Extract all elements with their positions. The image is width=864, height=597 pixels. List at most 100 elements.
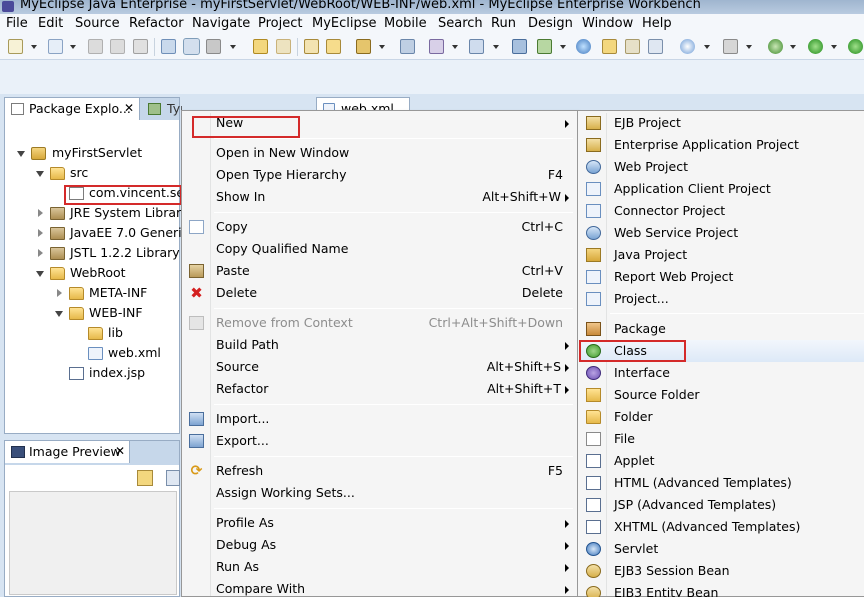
toggle-tool-icon[interactable]	[183, 38, 200, 55]
menu-refactor[interactable]: Refactor	[129, 16, 184, 31]
wrench-icon[interactable]	[206, 39, 221, 54]
back-arrow-icon[interactable]	[253, 39, 268, 54]
submenu-item-source-folder[interactable]: Source Folder	[580, 384, 864, 406]
open-folder-icon[interactable]	[602, 39, 617, 54]
menu-item-import[interactable]: Import...	[184, 408, 575, 430]
camera-icon[interactable]	[723, 39, 738, 54]
menu-item-export[interactable]: Export...	[184, 430, 575, 452]
zoom-icon[interactable]	[166, 470, 180, 486]
close-icon[interactable]: ✕	[115, 444, 125, 458]
save-all-icon[interactable]	[110, 39, 125, 54]
collapse-icon[interactable]	[55, 311, 63, 317]
help-icon[interactable]	[680, 39, 695, 54]
submenu-item-connector-project[interactable]: Connector Project	[580, 200, 864, 222]
expand-icon[interactable]	[38, 209, 43, 217]
external-tools-icon[interactable]	[848, 39, 863, 54]
menu-item-copy[interactable]: Copy Ctrl+C	[184, 216, 575, 238]
search-tool-icon[interactable]	[469, 39, 484, 54]
menu-item-compare-with[interactable]: Compare With	[184, 578, 575, 597]
menu-item-source[interactable]: Source Alt+Shift+S	[184, 356, 575, 378]
search-tool-dropdown-icon[interactable]	[493, 45, 499, 49]
menu-item-copy-qualified-name[interactable]: Copy Qualified Name	[184, 238, 575, 260]
menu-run[interactable]: Run	[491, 16, 516, 31]
new-wizard-icon[interactable]	[48, 39, 63, 54]
menu-item-assign-working-sets[interactable]: Assign Working Sets...	[184, 482, 575, 504]
tab-image-preview[interactable]: Image Preview ✕	[5, 441, 130, 463]
submenu-item-ejb3-session-bean[interactable]: EJB3 Session Bean	[580, 560, 864, 582]
run-icon[interactable]	[808, 39, 823, 54]
new-dropdown-icon[interactable]	[31, 45, 37, 49]
menu-mobile[interactable]: Mobile	[384, 16, 427, 31]
deploy-icon[interactable]	[326, 39, 341, 54]
edit-icon[interactable]	[625, 39, 640, 54]
collapse-icon[interactable]	[17, 151, 25, 157]
menu-item-open-new-window[interactable]: Open in New Window	[184, 142, 575, 164]
pen-dropdown-icon[interactable]	[452, 45, 458, 49]
forward-arrow-icon[interactable]	[276, 39, 291, 54]
submenu-item-enterprise-application[interactable]: Enterprise Application Project	[580, 134, 864, 156]
submenu-item-application-client[interactable]: Application Client Project	[580, 178, 864, 200]
save-icon[interactable]	[88, 39, 103, 54]
collapse-icon[interactable]	[36, 171, 44, 177]
submenu-item-project[interactable]: Project...	[580, 288, 864, 310]
menu-item-build-path[interactable]: Build Path	[184, 334, 575, 356]
submenu-item-interface[interactable]: Interface	[580, 362, 864, 384]
menu-navigate[interactable]: Navigate	[192, 16, 250, 31]
server-dropdown-icon[interactable]	[379, 45, 385, 49]
submenu-item-web-project[interactable]: Web Project	[580, 156, 864, 178]
monitor-icon[interactable]	[400, 39, 415, 54]
menu-search[interactable]: Search	[438, 16, 483, 31]
print-icon[interactable]	[133, 39, 148, 54]
close-icon[interactable]: ✕	[124, 101, 134, 115]
new-icon[interactable]	[8, 39, 23, 54]
run-dropdown-icon[interactable]	[831, 45, 837, 49]
network-icon[interactable]	[512, 39, 527, 54]
expand-icon[interactable]	[57, 289, 62, 297]
submenu-item-package[interactable]: Package	[580, 318, 864, 340]
menu-file[interactable]: File	[6, 16, 28, 31]
submenu-item-jsp[interactable]: JSP (Advanced Templates)	[580, 494, 864, 516]
run-config-dropdown-icon[interactable]	[560, 45, 566, 49]
submenu-item-xhtml[interactable]: XHTML (Advanced Templates)	[580, 516, 864, 538]
build-icon[interactable]	[304, 39, 319, 54]
tab-type-hierarchy[interactable]: Type Hierarchy	[142, 98, 182, 120]
submenu-item-ejb-project[interactable]: EJB Project	[580, 112, 864, 134]
menu-item-refactor[interactable]: Refactor Alt+Shift+T	[184, 378, 575, 400]
menu-item-refresh[interactable]: ⟳ Refresh F5	[184, 460, 575, 482]
pen-icon[interactable]	[429, 39, 444, 54]
menu-item-delete[interactable]: ✖ Delete Delete	[184, 282, 575, 304]
submenu-item-html[interactable]: HTML (Advanced Templates)	[580, 472, 864, 494]
collapse-icon[interactable]	[36, 271, 44, 277]
help-dropdown-icon[interactable]	[704, 45, 710, 49]
debug-icon[interactable]	[768, 39, 783, 54]
menu-project[interactable]: Project	[258, 16, 302, 31]
menu-help[interactable]: Help	[642, 16, 672, 31]
globe-icon[interactable]	[576, 39, 591, 54]
submenu-item-report-web-project[interactable]: Report Web Project	[580, 266, 864, 288]
document-icon[interactable]	[648, 39, 663, 54]
submenu-item-file[interactable]: File	[580, 428, 864, 450]
submenu-item-ejb3-entity-bean[interactable]: EJB3 Entity Bean	[580, 582, 864, 597]
device-icon[interactable]	[161, 39, 176, 54]
menu-item-run-as[interactable]: Run As	[184, 556, 575, 578]
tab-package-explorer[interactable]: Package Explo... ✕	[5, 98, 140, 120]
menu-item-show-in[interactable]: Show In Alt+Shift+W	[184, 186, 575, 208]
menu-item-open-type-hierarchy[interactable]: Open Type Hierarchy F4	[184, 164, 575, 186]
menu-design[interactable]: Design	[528, 16, 573, 31]
menu-window[interactable]: Window	[582, 16, 633, 31]
submenu-item-applet[interactable]: Applet	[580, 450, 864, 472]
wrench-dropdown-icon[interactable]	[230, 45, 236, 49]
submenu-item-web-service-project[interactable]: Web Service Project	[580, 222, 864, 244]
submenu-item-folder[interactable]: Folder	[580, 406, 864, 428]
expand-icon[interactable]	[38, 249, 43, 257]
server-icon[interactable]	[356, 39, 371, 54]
debug-dropdown-icon[interactable]	[790, 45, 796, 49]
expand-icon[interactable]	[38, 229, 43, 237]
new-wizard-dropdown-icon[interactable]	[70, 45, 76, 49]
sync-icon[interactable]	[137, 470, 153, 486]
run-config-icon[interactable]	[537, 39, 552, 54]
submenu-item-java-project[interactable]: Java Project	[580, 244, 864, 266]
menu-item-profile-as[interactable]: Profile As	[184, 512, 575, 534]
submenu-item-servlet[interactable]: Servlet	[580, 538, 864, 560]
menu-edit[interactable]: Edit	[38, 16, 63, 31]
